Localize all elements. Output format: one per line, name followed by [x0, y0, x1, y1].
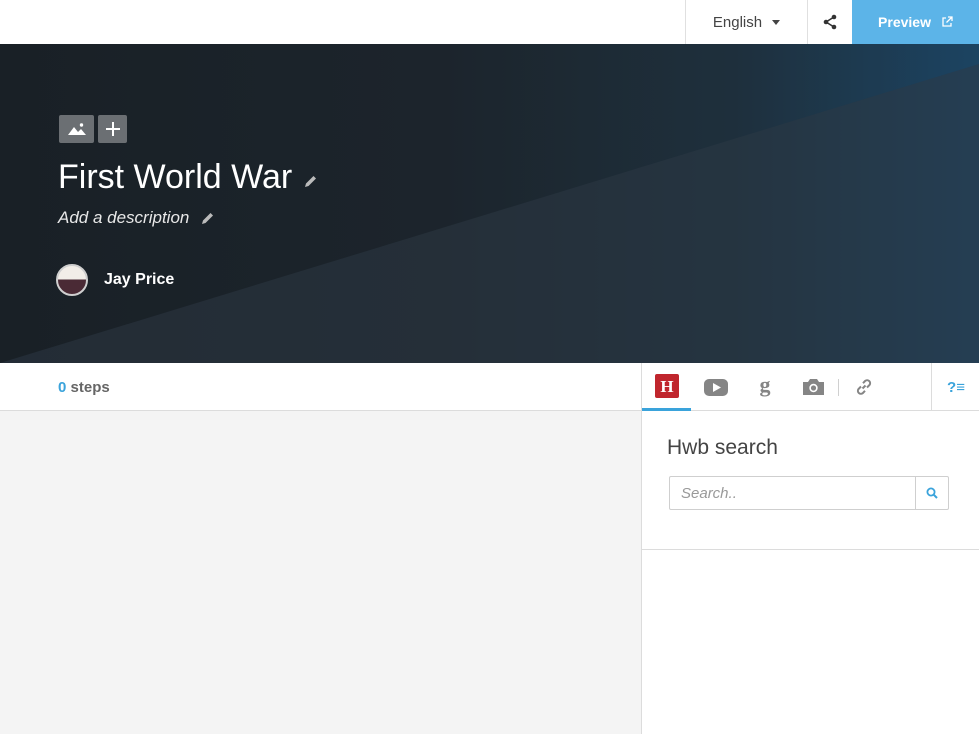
resource-panel: H g ?≡ Hwb search Search.. [641, 363, 979, 734]
language-dropdown[interactable]: English [685, 0, 808, 44]
chevron-down-icon [772, 19, 781, 25]
description-placeholder[interactable]: Add a description [58, 208, 189, 228]
camera-icon [803, 379, 824, 395]
steps-count: 0 steps [58, 379, 110, 396]
avatar [56, 264, 88, 296]
hwb-icon: H [654, 373, 679, 398]
preview-button[interactable]: Preview [852, 0, 979, 44]
page-title[interactable]: First World War [58, 158, 292, 197]
author: Jay Price [56, 264, 174, 296]
steps-canvas [0, 411, 641, 734]
search-button[interactable] [915, 477, 948, 509]
add-image-button[interactable] [59, 115, 94, 143]
google-icon: g [759, 375, 770, 397]
steps-bar: 0 steps [0, 363, 641, 411]
svg-text:g: g [759, 375, 770, 397]
tab-link[interactable] [839, 363, 888, 411]
search-icon [926, 487, 938, 499]
link-icon [856, 379, 871, 395]
tab-google[interactable]: g [740, 363, 789, 411]
media-buttons [59, 115, 127, 143]
svg-text:H: H [660, 377, 673, 396]
search-title: Hwb search [667, 436, 778, 459]
add-button[interactable] [98, 115, 127, 143]
resource-tabs: H g ?≡ [642, 363, 979, 411]
description-row: Add a description [58, 208, 214, 228]
steps-number: 0 [58, 379, 67, 396]
tab-camera[interactable] [789, 363, 838, 411]
edit-title-icon[interactable] [304, 175, 317, 188]
language-label: English [712, 13, 763, 31]
hero-background [0, 44, 979, 363]
help-icon: ?≡ [947, 378, 965, 396]
title-row: First World War [58, 158, 317, 197]
youtube-icon [703, 378, 728, 396]
external-link-icon [942, 16, 953, 27]
help-button[interactable]: ?≡ [931, 363, 979, 411]
top-bar: English Preview [0, 0, 979, 44]
plus-icon [105, 122, 120, 136]
share-icon [823, 14, 837, 30]
tab-youtube[interactable] [691, 363, 740, 411]
tab-hwb[interactable]: H [642, 363, 691, 411]
image-icon [67, 123, 86, 135]
edit-description-icon[interactable] [201, 212, 214, 225]
search-box [669, 476, 949, 510]
hwb-search-section: Hwb search [642, 411, 979, 550]
search-input[interactable] [670, 477, 915, 509]
share-button[interactable] [808, 0, 852, 44]
preview-label: Preview [878, 14, 931, 30]
hero-banner: First World War Add a description Jay Pr… [0, 44, 979, 363]
author-name[interactable]: Jay Price [104, 271, 174, 289]
steps-label: steps [70, 379, 110, 396]
